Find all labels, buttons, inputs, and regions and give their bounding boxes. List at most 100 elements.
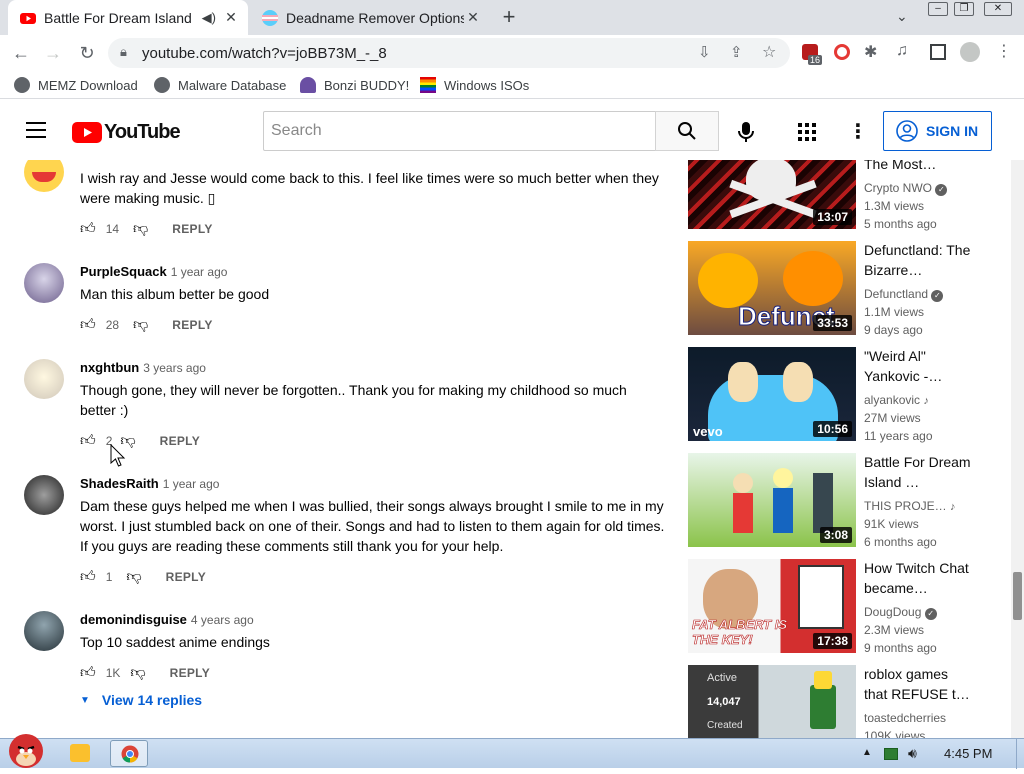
- video-title[interactable]: How Twitch Chat became…: [864, 558, 974, 598]
- volume-icon[interactable]: 🔊︎: [908, 745, 917, 762]
- avatar[interactable]: [24, 263, 64, 303]
- close-tab-icon[interactable]: ✕: [464, 9, 482, 26]
- video-thumbnail[interactable]: vevo 10:56: [688, 347, 856, 441]
- extensions-puzzle-icon[interactable]: ✱: [864, 42, 877, 62]
- bookmark-star-icon[interactable]: ☆: [762, 42, 776, 62]
- youtube-logo[interactable]: YouTube: [72, 121, 181, 144]
- video-title[interactable]: The Most…: [864, 160, 974, 174]
- hamburger-menu-icon[interactable]: [26, 122, 46, 138]
- dislike-icon[interactable]: 👎︎: [126, 568, 141, 586]
- bookmark-memz[interactable]: MEMZ Download: [14, 71, 138, 99]
- forward-icon[interactable]: →: [38, 35, 68, 71]
- reply-button[interactable]: REPLY: [172, 222, 212, 236]
- comment-age[interactable]: 1 year ago: [171, 265, 228, 279]
- channel-name[interactable]: THIS PROJE…: [864, 499, 947, 513]
- comment-author[interactable]: ShadesRaith 1 year ago: [80, 476, 219, 491]
- comment-author[interactable]: PurpleSquack 1 year ago: [80, 264, 227, 279]
- channel-name[interactable]: toastedcherries: [864, 711, 946, 725]
- comment-age[interactable]: 1 year ago: [163, 477, 220, 491]
- channel-name[interactable]: Defunctland: [864, 287, 928, 301]
- taskbar-chrome-button[interactable]: [110, 740, 148, 767]
- minimize-window-icon[interactable]: ‒: [928, 2, 948, 16]
- show-hidden-icons-icon[interactable]: ▲: [862, 747, 872, 758]
- avatar[interactable]: [24, 359, 64, 399]
- close-window-icon[interactable]: ✕: [984, 2, 1012, 16]
- search-input[interactable]: Search: [263, 111, 656, 151]
- show-desktop-button[interactable]: [1016, 739, 1024, 769]
- reply-button[interactable]: REPLY: [160, 434, 200, 448]
- settings-more-icon[interactable]: ⋮: [848, 119, 868, 144]
- video-title[interactable]: roblox games that REFUSE t…: [864, 664, 974, 704]
- dislike-icon[interactable]: 👎︎: [133, 220, 148, 238]
- tab-deadname-remover[interactable]: Deadname Remover Options ✕: [250, 0, 490, 35]
- video-thumbnail[interactable]: 3:08: [688, 453, 856, 547]
- author-name[interactable]: ShadesRaith: [80, 476, 159, 491]
- scrollbar-thumb[interactable]: [1013, 572, 1022, 620]
- channel-name[interactable]: DougDoug: [864, 605, 921, 619]
- comment-author[interactable]: nxghtbun 3 years ago: [80, 360, 206, 375]
- start-button[interactable]: [2, 725, 48, 769]
- comment-age[interactable]: 3 years ago: [143, 361, 206, 375]
- video-channel[interactable]: THIS PROJE… ♪: [864, 497, 974, 516]
- media-control-icon[interactable]: ♫: [896, 42, 908, 60]
- side-panel-icon[interactable]: [930, 44, 946, 60]
- tab-youtube[interactable]: Battle For Dream Island - B ◀) ✕: [8, 0, 248, 35]
- video-thumbnail[interactable]: Active 14,047 Created: [688, 665, 856, 738]
- search-button[interactable]: [655, 111, 719, 151]
- avatar[interactable]: [24, 611, 64, 651]
- video-channel[interactable]: Crypto NWO ✓: [864, 179, 974, 197]
- bookmark-windows-isos[interactable]: Windows ISOs: [420, 71, 529, 99]
- video-channel[interactable]: toastedcherries: [864, 709, 974, 727]
- back-icon[interactable]: ←: [6, 35, 36, 71]
- like-icon[interactable]: 👍︎: [80, 220, 96, 238]
- like-icon[interactable]: 👍︎: [80, 664, 96, 682]
- video-thumbnail[interactable]: 13:07: [688, 160, 856, 229]
- restore-window-icon[interactable]: ❐: [954, 2, 974, 16]
- channel-name[interactable]: Crypto NWO: [864, 181, 932, 195]
- reload-icon[interactable]: ↻: [72, 35, 102, 71]
- video-title[interactable]: Battle For Dream Island …: [864, 452, 974, 492]
- browser-menu-icon[interactable]: ⋮: [996, 41, 1012, 61]
- address-bar[interactable]: 🔒︎ youtube.com/watch?v=joBB73M_-_8 ⇩ ⇪ ☆: [108, 38, 790, 68]
- channel-name[interactable]: alyankovic: [864, 393, 920, 407]
- tab-search-chevron-icon[interactable]: ⌄: [896, 8, 908, 25]
- page-scrollbar[interactable]: [1011, 160, 1024, 738]
- like-icon[interactable]: 👍︎: [80, 316, 96, 334]
- share-icon[interactable]: ⇪: [730, 43, 743, 61]
- view-replies-button[interactable]: ▼ View 14 replies: [80, 692, 202, 708]
- video-channel[interactable]: alyankovic ♪: [864, 391, 974, 410]
- reply-button[interactable]: REPLY: [172, 318, 212, 332]
- video-title[interactable]: "Weird Al" Yankovic -…: [864, 346, 974, 386]
- apps-grid-icon[interactable]: [798, 123, 816, 146]
- sign-in-button[interactable]: SIGN IN: [883, 111, 992, 151]
- close-tab-icon[interactable]: ✕: [222, 9, 240, 26]
- video-channel[interactable]: DougDoug ✓: [864, 603, 974, 621]
- new-tab-icon[interactable]: +: [498, 6, 520, 28]
- install-app-icon[interactable]: ⇩: [698, 43, 711, 61]
- avatar[interactable]: [24, 160, 64, 192]
- dislike-icon[interactable]: 👎︎: [130, 664, 145, 682]
- dislike-icon[interactable]: 👎︎: [133, 316, 148, 334]
- comment-author[interactable]: demonindisguise 4 years ago: [80, 612, 254, 627]
- bookmark-bonzi[interactable]: Bonzi BUDDY!: [300, 71, 409, 99]
- video-thumbnail[interactable]: Defunct 33:53: [688, 241, 856, 335]
- reply-button[interactable]: REPLY: [170, 666, 210, 680]
- clock[interactable]: 4:45 PM: [944, 746, 992, 761]
- avatar[interactable]: [24, 475, 64, 515]
- author-name[interactable]: PurpleSquack: [80, 264, 167, 279]
- battery-icon[interactable]: [884, 748, 898, 760]
- author-name[interactable]: demonindisguise: [80, 612, 187, 627]
- reply-button[interactable]: REPLY: [166, 570, 206, 584]
- like-icon[interactable]: 👍︎: [80, 568, 96, 586]
- video-channel[interactable]: Defunctland ✓: [864, 285, 974, 303]
- author-name[interactable]: nxghtbun: [80, 360, 139, 375]
- opera-extension-icon[interactable]: [834, 44, 850, 60]
- voice-search-button[interactable]: [738, 121, 754, 148]
- like-icon[interactable]: 👍︎: [80, 432, 96, 450]
- bookmark-malware-db[interactable]: Malware Database: [154, 71, 286, 99]
- comment-age[interactable]: 4 years ago: [191, 613, 254, 627]
- video-title[interactable]: Defunctland: The Bizarre…: [864, 240, 974, 280]
- video-thumbnail[interactable]: FAT ALBERT IS THE KEY! 17:38: [688, 559, 856, 653]
- file-explorer-icon[interactable]: [70, 744, 90, 762]
- profile-avatar[interactable]: [960, 42, 980, 62]
